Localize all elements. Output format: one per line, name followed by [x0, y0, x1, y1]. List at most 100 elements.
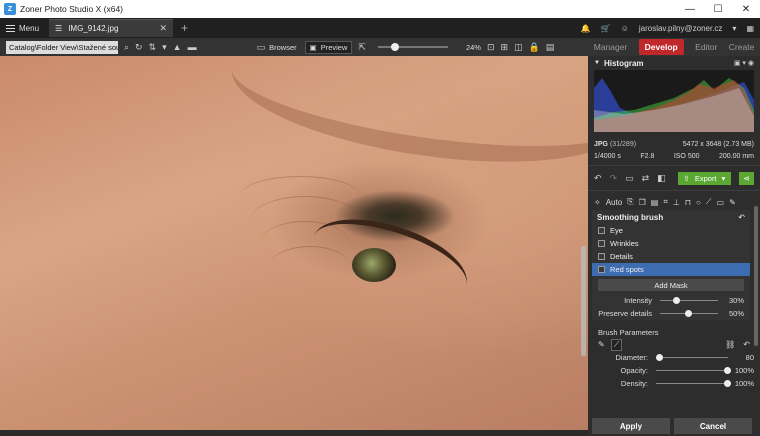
- browser-button[interactable]: Browser: [269, 43, 297, 52]
- photo-preview[interactable]: [0, 56, 588, 430]
- preserve-details-slider-row: Preserve details 50%: [592, 307, 750, 320]
- diameter-label: Diameter:: [615, 353, 648, 362]
- brush-add-icon[interactable]: ✎: [598, 340, 605, 349]
- eraser-icon[interactable]: ▭: [717, 198, 725, 207]
- mask-checkbox[interactable]: [598, 266, 605, 273]
- mask-item-eye[interactable]: Eye: [592, 224, 750, 237]
- diameter-slider-thumb[interactable]: [655, 354, 663, 361]
- preview-button[interactable]: ▣ Preview: [304, 40, 353, 54]
- minimize-button[interactable]: —: [676, 0, 704, 18]
- filmstrip-toggle[interactable]: [0, 430, 588, 436]
- radial-filter-icon[interactable]: ○: [696, 198, 701, 207]
- refresh-icon[interactable]: ↻: [135, 42, 143, 53]
- histogram-graph: [594, 70, 754, 132]
- history-icon[interactable]: ▭: [625, 173, 634, 184]
- image-scrollbar[interactable]: [581, 246, 586, 356]
- user-email[interactable]: jaroslav.pilny@zoner.cz: [639, 24, 723, 33]
- file-format: JPG: [594, 140, 609, 148]
- intensity-slider-thumb[interactable]: [673, 297, 681, 304]
- search-icon[interactable]: ⌕: [124, 42, 129, 53]
- intensity-value: 30%: [728, 296, 744, 305]
- grid-icon[interactable]: ▦: [746, 24, 754, 33]
- mask-item-red-spots[interactable]: Red spots: [592, 263, 750, 276]
- opacity-slider-thumb[interactable]: [724, 367, 731, 374]
- paste-settings-icon[interactable]: ◧: [657, 173, 666, 184]
- duplicate-icon[interactable]: ❐: [639, 198, 646, 207]
- folder-up-icon[interactable]: ▲: [173, 42, 182, 52]
- undo-icon[interactable]: ↶: [594, 173, 602, 184]
- eyebrow-shading: [223, 56, 588, 184]
- actual-size-icon[interactable]: ⊞: [501, 42, 509, 53]
- brush-parameters-title: Brush Parameters: [598, 327, 659, 337]
- copy-icon[interactable]: ⎘: [627, 197, 633, 207]
- preserve-details-slider[interactable]: [660, 310, 718, 317]
- zoom-slider[interactable]: [377, 43, 448, 51]
- straighten-icon[interactable]: ⊥: [673, 198, 680, 207]
- title-bar: Z Zoner Photo Studio X (x64) — ☐ ✕: [0, 0, 760, 18]
- intensity-slider[interactable]: [660, 297, 718, 304]
- user-dropdown-icon[interactable]: ▾: [732, 24, 736, 33]
- lock-icon[interactable]: 🔒: [529, 42, 540, 53]
- crop-icon[interactable]: ⌗: [663, 197, 668, 207]
- tab-create[interactable]: Create: [729, 42, 755, 52]
- menu-button[interactable]: Menu: [0, 18, 45, 38]
- folder-icon[interactable]: ▬: [188, 42, 197, 52]
- mask-checkbox[interactable]: [598, 240, 605, 247]
- density-slider-thumb[interactable]: [724, 380, 731, 387]
- add-tab-icon[interactable]: +: [181, 21, 188, 35]
- tab-editor[interactable]: Editor: [695, 42, 717, 52]
- close-window-button[interactable]: ✕: [732, 0, 760, 18]
- preserve-details-slider-thumb[interactable]: [685, 310, 692, 317]
- zoom-slider-knob[interactable]: [390, 43, 399, 51]
- opacity-slider[interactable]: [656, 367, 731, 374]
- panel-scrollbar[interactable]: [754, 206, 758, 346]
- tab-develop[interactable]: Develop: [638, 39, 684, 55]
- histogram-settings-icon[interactable]: ▣ ▾ ◉: [734, 59, 754, 67]
- mask-item-details[interactable]: Details: [592, 250, 750, 263]
- mask-label: Eye: [610, 226, 623, 235]
- density-slider[interactable]: [656, 380, 731, 387]
- copy-settings-icon[interactable]: ⇄: [642, 173, 650, 184]
- maximize-button[interactable]: ☐: [704, 0, 732, 18]
- brush-icon[interactable]: ✎: [729, 198, 736, 207]
- perspective-icon[interactable]: ⊓: [685, 198, 691, 207]
- document-tab[interactable]: ☰ IMG_9142.jpg ✕: [49, 19, 174, 37]
- notifications-icon[interactable]: 🔔: [581, 24, 591, 33]
- export-label: Export: [694, 173, 717, 183]
- smoothing-brush-section: Smoothing brush ↶ Eye Wrinkles Details R…: [592, 210, 750, 320]
- density-label: Density:: [620, 379, 648, 388]
- info-icon[interactable]: ▤: [546, 42, 555, 53]
- cart-icon[interactable]: 🛒: [601, 24, 611, 33]
- apply-button[interactable]: Apply: [592, 418, 670, 434]
- account-icon[interactable]: ☺: [621, 24, 629, 33]
- cancel-button[interactable]: Cancel: [674, 418, 752, 434]
- link-icon[interactable]: ⛓: [725, 340, 735, 349]
- mask-checkbox[interactable]: [598, 227, 605, 234]
- share-button[interactable]: ⋖: [739, 171, 754, 185]
- path-field[interactable]: Catalog\Folder View\Stažené soubo: [6, 40, 118, 54]
- auto-button[interactable]: Auto: [606, 198, 622, 207]
- export-button[interactable]: ⇪ Export ▾: [677, 171, 732, 185]
- close-tab-icon[interactable]: ✕: [159, 23, 167, 34]
- paste-icon[interactable]: ▤: [651, 198, 659, 207]
- open-external-icon[interactable]: ⇱: [358, 42, 366, 53]
- brush-erase-icon[interactable]: ⟋: [610, 338, 623, 351]
- gradient-filter-icon[interactable]: ⟋: [706, 197, 712, 207]
- mask-checkbox[interactable]: [598, 253, 605, 260]
- chevron-down-icon[interactable]: ▾: [162, 42, 167, 53]
- reset-icon[interactable]: ↶: [743, 340, 750, 349]
- preserve-details-label: Preserve details: [598, 309, 652, 318]
- diameter-slider[interactable]: [655, 354, 728, 361]
- sort-icon[interactable]: ⇅: [149, 42, 157, 53]
- back-icon[interactable]: ↶: [738, 213, 745, 222]
- tab-manager[interactable]: Manager: [594, 42, 628, 52]
- histogram-header[interactable]: ▼ Histogram ▣ ▾ ◉: [588, 56, 760, 70]
- compare-icon[interactable]: ◫: [514, 42, 523, 53]
- sliders-icon: ☰: [55, 24, 63, 33]
- zoom-value: 24%: [465, 42, 481, 52]
- mask-item-wrinkles[interactable]: Wrinkles: [592, 237, 750, 250]
- add-mask-button[interactable]: Add Mask: [598, 279, 744, 291]
- fit-icon[interactable]: ⊡: [487, 42, 495, 53]
- redo-icon[interactable]: ↷: [610, 173, 618, 184]
- histogram-title: Histogram: [603, 58, 644, 68]
